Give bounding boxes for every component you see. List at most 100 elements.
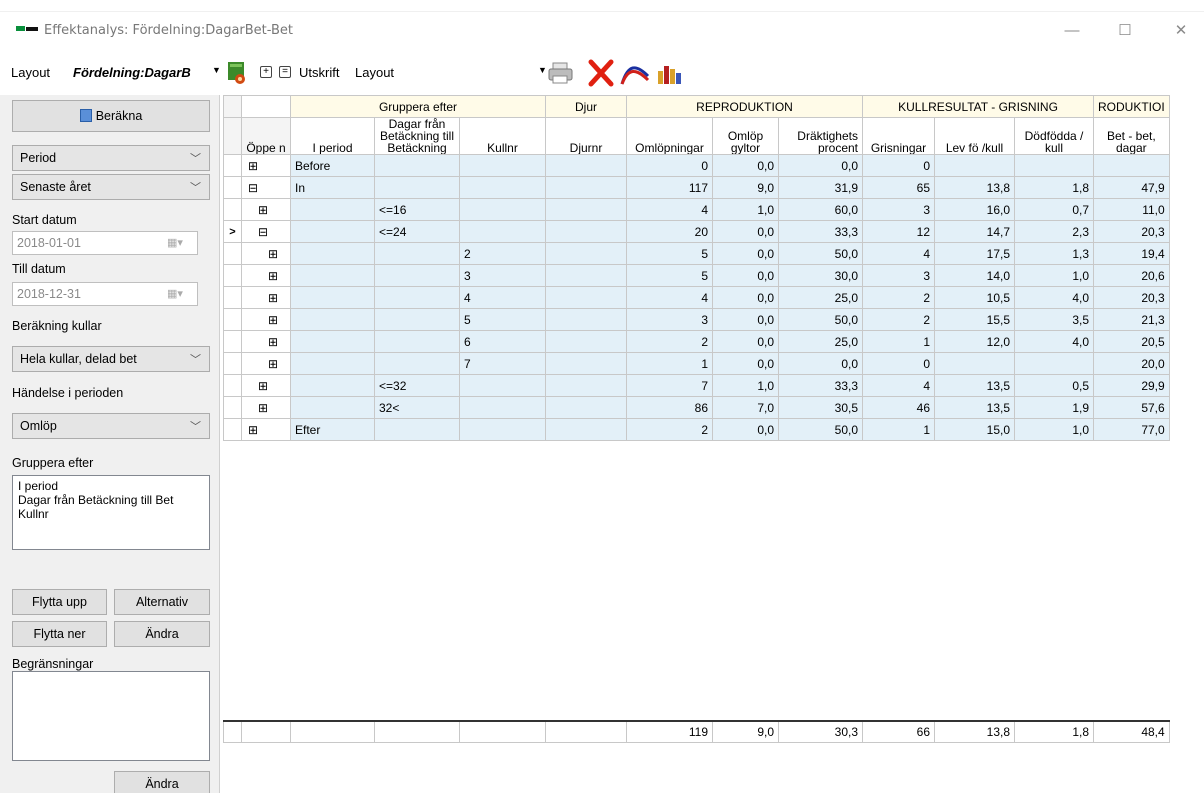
calculate-button[interactable]: Beräkna xyxy=(12,100,210,132)
minimize-button[interactable]: — xyxy=(1057,18,1087,44)
row-selector[interactable] xyxy=(223,352,242,375)
collapse-all-button[interactable]: = xyxy=(279,66,291,78)
col-header-djurnr[interactable]: Djurnr xyxy=(545,117,627,155)
end-date-field[interactable]: 2018-12-31 ▦▾ xyxy=(12,282,198,306)
row-selector[interactable] xyxy=(223,396,242,419)
row-selector[interactable] xyxy=(223,286,242,309)
chevron-down-icon: ﹀ xyxy=(190,354,201,366)
printer-icon[interactable] xyxy=(548,61,574,85)
col-header-oppen[interactable]: Öppe n xyxy=(241,117,291,155)
tree-toggle-icon[interactable]: ⊟ xyxy=(241,176,291,199)
row-selector[interactable] xyxy=(223,330,242,353)
table-row[interactable]: ⊞ 7 1 0,0 0,0 0 20,0 xyxy=(223,352,1170,375)
edit-group-button[interactable]: Ändra xyxy=(114,621,210,647)
cell-levfo: 15,0 xyxy=(934,418,1015,441)
event-select[interactable]: Omlöp ﹀ xyxy=(12,413,210,439)
cell-omlopningar: 4 xyxy=(626,198,713,221)
tree-toggle-icon[interactable]: ⊞ xyxy=(241,330,291,353)
col-header-kullnr[interactable]: Kullnr xyxy=(459,117,546,155)
maximize-button[interactable]: ☐ xyxy=(1110,18,1140,44)
row-selector[interactable]: > xyxy=(223,220,242,243)
calendar-icon[interactable]: ▦▾ xyxy=(167,287,193,301)
layout-chevron-down-icon[interactable]: ▼ xyxy=(212,65,221,75)
table-row[interactable]: ⊟ In 117 9,0 31,9 65 13,8 1,8 47,9 xyxy=(223,176,1170,199)
cell-djurnr xyxy=(545,176,627,199)
table-row[interactable]: ⊞ 32< 86 7,0 30,5 46 13,5 1,9 57,6 xyxy=(223,396,1170,419)
print-layout-chevron-down-icon[interactable]: ▼ xyxy=(538,65,547,75)
cell-dagar xyxy=(374,352,460,375)
row-selector[interactable] xyxy=(223,176,242,199)
tree-toggle-icon[interactable]: ⊞ xyxy=(241,352,291,375)
table-row[interactable]: ⊞ Efter 2 0,0 50,0 1 15,0 1,0 77,0 xyxy=(223,418,1170,441)
expand-all-button[interactable]: + xyxy=(260,66,272,78)
col-header-levfo[interactable]: Lev fö /kull xyxy=(934,117,1015,155)
cell-omlop-gyltor: 0,0 xyxy=(712,220,779,243)
group-listbox[interactable]: I period Dagar från Betäckning till Bet … xyxy=(12,475,210,550)
period-select[interactable]: Period ﹀ xyxy=(12,145,210,171)
table-row[interactable]: ⊞ 2 5 0,0 50,0 4 17,5 1,3 19,4 xyxy=(223,242,1170,265)
table-row[interactable]: ⊞ 3 5 0,0 30,0 3 14,0 1,0 20,6 xyxy=(223,264,1170,287)
col-header-omlopningar[interactable]: Omlöpningar xyxy=(626,117,713,155)
limits-listbox[interactable] xyxy=(12,671,210,761)
col-header-dodfodda[interactable]: Dödfödda / kull xyxy=(1014,117,1094,155)
tree-toggle-icon[interactable]: ⊞ xyxy=(241,308,291,331)
layout-dropdown[interactable]: Fördelning:DagarB xyxy=(73,65,213,80)
table-row[interactable]: ⊞ <=32 7 1,0 33,3 4 13,5 0,5 29,9 xyxy=(223,374,1170,397)
tree-toggle-icon[interactable]: ⊞ xyxy=(241,396,291,419)
table-row[interactable]: ⊞ 5 3 0,0 50,0 2 15,5 3,5 21,3 xyxy=(223,308,1170,331)
tree-toggle-icon[interactable]: ⊟ xyxy=(241,220,291,243)
delete-x-icon[interactable] xyxy=(588,59,614,87)
tree-toggle-icon[interactable]: ⊞ xyxy=(241,264,291,287)
col-header-dagar[interactable]: Dagar från Betäckning till Betäckning xyxy=(374,117,460,155)
grid-body: ⊞ Before 0 0,0 0,0 0 ⊟ In 117 9,0 31,9 65 13,8 1,8 47,… xyxy=(223,154,1170,441)
table-row[interactable]: ⊞ 4 4 0,0 25,0 2 10,5 4,0 20,3 xyxy=(223,286,1170,309)
cell-levfo: 12,0 xyxy=(934,330,1015,353)
col-header-omlop-gyltor[interactable]: Omlöp gyltor xyxy=(712,117,779,155)
col-header-grisningar[interactable]: Grisningar xyxy=(862,117,935,155)
group-list-item[interactable]: Kullnr xyxy=(18,507,204,521)
chart-curve-icon[interactable] xyxy=(620,62,650,86)
row-selector[interactable] xyxy=(223,308,242,331)
group-list-item[interactable]: I period xyxy=(18,479,204,493)
row-selector[interactable] xyxy=(223,264,242,287)
range-select[interactable]: Senaste året ﹀ xyxy=(12,174,210,200)
tree-toggle-icon[interactable]: ⊞ xyxy=(241,286,291,309)
close-button[interactable]: ✕ xyxy=(1166,18,1196,44)
row-selector[interactable] xyxy=(223,374,242,397)
edit-limits-button[interactable]: Ändra xyxy=(114,771,210,793)
end-date-value: 2018-12-31 xyxy=(17,287,81,301)
row-selector[interactable] xyxy=(223,242,242,265)
cell-betbet: 47,9 xyxy=(1093,176,1170,199)
col-header-draktighet[interactable]: Dräktighets procent xyxy=(778,117,863,155)
range-select-value: Senaste året xyxy=(20,180,91,194)
tree-toggle-icon[interactable]: ⊞ xyxy=(241,154,291,177)
move-down-button[interactable]: Flytta ner xyxy=(12,621,107,647)
table-row[interactable]: ⊞ 6 2 0,0 25,0 1 12,0 4,0 20,5 xyxy=(223,330,1170,353)
tree-toggle-icon[interactable]: ⊞ xyxy=(241,198,291,221)
tree-toggle-icon[interactable]: ⊞ xyxy=(241,242,291,265)
litters-select[interactable]: Hela kullar, delad bet ﹀ xyxy=(12,346,210,372)
table-row[interactable]: ⊞ <=16 4 1,0 60,0 3 16,0 0,7 11,0 xyxy=(223,198,1170,221)
row-header-corner xyxy=(223,117,242,155)
group-list-item[interactable]: Dagar från Betäckning till Bet xyxy=(18,493,204,507)
alternative-button[interactable]: Alternativ xyxy=(114,589,210,615)
row-selector[interactable] xyxy=(223,154,242,177)
row-selector[interactable] xyxy=(223,198,242,221)
cell-dodfodda: 4,0 xyxy=(1014,330,1094,353)
calendar-icon[interactable]: ▦▾ xyxy=(167,236,193,250)
layout-settings-icon[interactable] xyxy=(226,61,248,85)
total-omlop: 119 xyxy=(626,719,713,743)
move-up-button[interactable]: Flytta upp xyxy=(12,589,107,615)
tree-toggle-icon[interactable]: ⊞ xyxy=(241,374,291,397)
row-selector[interactable] xyxy=(223,418,242,441)
tree-toggle-icon[interactable]: ⊞ xyxy=(241,418,291,441)
total-gris: 66 xyxy=(862,719,935,743)
table-row[interactable]: ⊞ Before 0 0,0 0,0 0 xyxy=(223,154,1170,177)
table-row[interactable]: > ⊟ <=24 20 0,0 33,3 12 14,7 2,3 20,3 xyxy=(223,220,1170,243)
col-header-iperiod[interactable]: I period xyxy=(290,117,375,155)
print-layout-dropdown[interactable]: Layout xyxy=(355,65,394,80)
start-date-field[interactable]: 2018-01-01 ▦▾ xyxy=(12,231,198,255)
col-header-betbet[interactable]: Bet - bet, dagar xyxy=(1093,117,1170,155)
cell-dagar xyxy=(374,330,460,353)
bar-chart-icon[interactable] xyxy=(656,63,684,85)
